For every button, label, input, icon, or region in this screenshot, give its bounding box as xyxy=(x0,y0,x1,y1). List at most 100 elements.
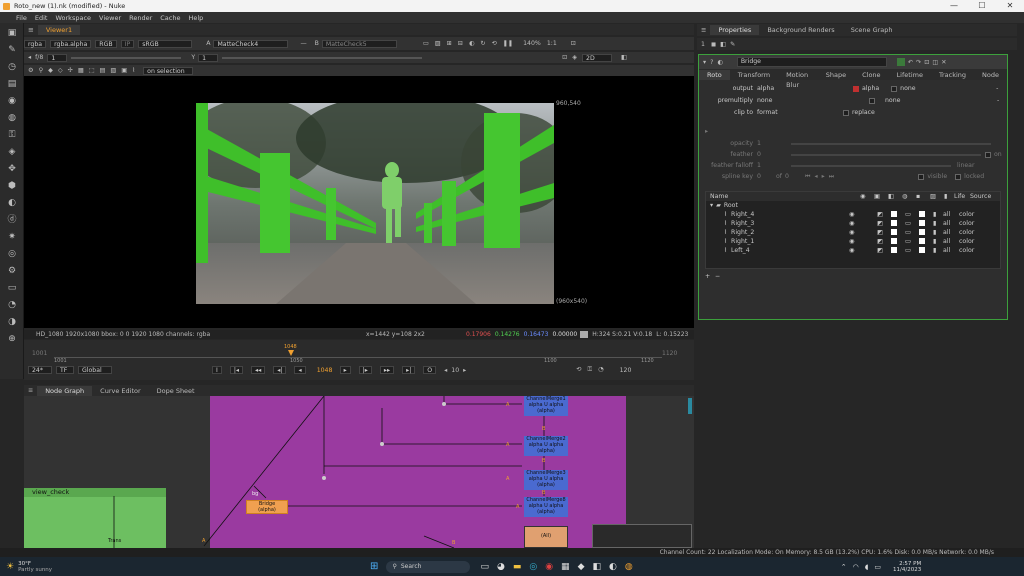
feather-on-checkbox[interactable] xyxy=(985,151,991,158)
key-next-icon[interactable]: ▸ xyxy=(822,173,825,180)
minimap[interactable] xyxy=(592,524,692,548)
channel-dropdown[interactable]: rgba.alpha xyxy=(50,39,92,48)
select-icon[interactable]: ▧ xyxy=(110,67,116,74)
disclosure-icon[interactable]: ▸ xyxy=(705,128,708,135)
redo-icon[interactable]: ↷ xyxy=(916,59,921,66)
ocio-icon[interactable]: ◑ xyxy=(5,316,19,328)
overlay-swatch[interactable] xyxy=(891,228,905,237)
layer-dropdown[interactable]: rgba xyxy=(24,39,47,48)
invert-toggle[interactable]: ▭ xyxy=(905,220,919,227)
timeline-ruler[interactable] xyxy=(54,346,662,358)
motion-toggle[interactable]: ▮ xyxy=(933,211,943,218)
motion-toggle[interactable]: ▮ xyxy=(933,238,943,245)
premult-extra-button[interactable]: - xyxy=(997,97,1005,104)
zoom-level[interactable]: 140% xyxy=(523,40,541,47)
wifi-icon[interactable]: ◠ xyxy=(853,563,859,571)
visibility-header-icon[interactable]: ◉ xyxy=(860,193,874,200)
invert-toggle[interactable]: ▭ xyxy=(905,238,919,245)
blend-toggle[interactable] xyxy=(919,246,933,255)
replace-checkbox[interactable] xyxy=(843,109,849,116)
tf-dropdown[interactable]: TF xyxy=(56,366,74,374)
subtab-transform[interactable]: Transform xyxy=(730,70,778,80)
channelmerge2-node[interactable]: ChannelMerge2 alpha U alpha (alpha) xyxy=(524,436,568,456)
fps-dropdown[interactable]: 24* xyxy=(28,366,52,374)
max-panels-field[interactable]: 1 xyxy=(701,41,705,48)
collapse-icon[interactable]: ▾ xyxy=(703,59,706,66)
channel-icon[interactable]: ▤ xyxy=(5,78,19,90)
visible-checkbox[interactable] xyxy=(918,173,925,180)
volume-icon[interactable]: ◖ xyxy=(865,563,869,571)
node-name-field[interactable]: Bridge xyxy=(736,57,887,67)
image-icon[interactable]: ▣ xyxy=(5,27,19,39)
life-column-header[interactable]: Life xyxy=(954,193,970,200)
task-view-icon[interactable]: ▭ xyxy=(480,562,489,572)
motion-toggle[interactable]: ▮ xyxy=(933,220,943,227)
menu-viewer[interactable]: Viewer xyxy=(99,14,121,22)
center-icon[interactable]: ⊡ xyxy=(924,59,929,66)
next-key-button[interactable]: ▸▸ xyxy=(379,366,395,374)
add-layer-button[interactable]: + xyxy=(705,273,715,280)
file-explorer-icon[interactable]: ▬ xyxy=(513,562,522,572)
downscale-icon[interactable]: ⊟ xyxy=(458,40,463,47)
exposure-slider[interactable] xyxy=(71,56,182,59)
lock-icon[interactable]: ⚿ xyxy=(587,366,592,374)
blend-toggle[interactable] xyxy=(919,237,933,246)
visibility-icon[interactable]: ◉ xyxy=(849,220,863,227)
opacity-slider[interactable] xyxy=(791,142,991,145)
merge-node[interactable]: (All) xyxy=(524,526,568,548)
3d-icon[interactable]: ⬢ xyxy=(5,180,19,192)
channelmerge8-node[interactable]: ChannelMerge8 alpha U alpha (alpha) xyxy=(524,497,568,517)
play-button[interactable]: ▸ xyxy=(339,366,351,374)
tab-properties[interactable]: Properties xyxy=(710,25,760,35)
alpha-checkbox[interactable] xyxy=(853,85,859,92)
out-point-button[interactable]: O xyxy=(423,366,437,374)
overlay-swatch[interactable] xyxy=(891,210,905,219)
link-icon[interactable]: ⚲ xyxy=(39,67,44,74)
battery-icon[interactable]: ▭ xyxy=(874,563,881,571)
float-icon[interactable]: ◫ xyxy=(932,59,938,66)
invert-header-icon[interactable]: ▪ xyxy=(916,193,930,200)
gamma-slider[interactable] xyxy=(222,56,423,59)
close-panel-icon[interactable]: ✕ xyxy=(941,59,946,66)
blend-toggle[interactable] xyxy=(919,219,933,228)
falloff-slider[interactable] xyxy=(791,164,951,167)
source-column-header[interactable]: Source xyxy=(970,193,991,200)
float-panel-icon[interactable]: ◧ xyxy=(720,41,726,48)
spline-total-field[interactable]: 0 xyxy=(785,173,801,180)
premultiply-checkbox[interactable] xyxy=(869,97,875,104)
loop-icon[interactable]: ⟲ xyxy=(576,366,581,374)
menu-workspace[interactable]: Workspace xyxy=(55,14,91,22)
node-help-icon[interactable]: ? xyxy=(710,59,713,66)
subtab-shape[interactable]: Shape xyxy=(818,70,854,80)
subtab-clone[interactable]: Clone xyxy=(854,70,888,80)
menu-cache[interactable]: Cache xyxy=(160,14,180,22)
lock-header-icon[interactable]: ▣ xyxy=(874,193,888,200)
scroll-indicator[interactable] xyxy=(688,398,692,414)
transform-icon[interactable]: ✥ xyxy=(5,163,19,175)
deep-icon[interactable]: ◎ xyxy=(5,248,19,260)
blend-toggle[interactable] xyxy=(919,228,933,237)
color-swatch-icon[interactable]: ◩ xyxy=(877,238,891,245)
expand-icon[interactable]: ▾ xyxy=(710,202,713,209)
chat-icon[interactable]: ◕ xyxy=(497,562,505,572)
tab-scene-graph[interactable]: Scene Graph xyxy=(843,25,901,35)
proxy-icon[interactable]: ⊞ xyxy=(447,40,452,47)
step-fwd-icon[interactable]: ▸ xyxy=(463,367,466,374)
exposure-field[interactable]: 1 xyxy=(47,53,68,62)
undo-icon[interactable]: ↶ xyxy=(908,59,913,66)
color-header-icon[interactable]: ◧ xyxy=(888,193,902,200)
views-icon[interactable]: ◐ xyxy=(5,197,19,209)
panel-menu-icon[interactable]: ≡ xyxy=(701,26,706,34)
taskbar-search[interactable]: ⚲ Search xyxy=(386,560,471,573)
merge-icon[interactable]: ◈ xyxy=(5,146,19,158)
label-icon[interactable]: ▤ xyxy=(100,67,106,74)
output-extra-button[interactable]: - xyxy=(996,85,1004,92)
gamma-field[interactable]: 1 xyxy=(198,53,219,62)
app-icon[interactable]: ◧ xyxy=(592,562,601,572)
visibility-icon[interactable]: ◉ xyxy=(849,238,863,245)
overlay-icon[interactable]: ⊡ xyxy=(571,40,576,47)
revert-icon[interactable] xyxy=(896,58,905,66)
keyer-icon[interactable]: ⚿ xyxy=(5,129,19,141)
node-graph-canvas[interactable]: view_check Trans ChannelMerge1 alpha U al… xyxy=(24,396,694,548)
layer-row[interactable]: ⌇ Right_2 ◉ ◩ ▭ ▮ all color xyxy=(706,228,1000,237)
